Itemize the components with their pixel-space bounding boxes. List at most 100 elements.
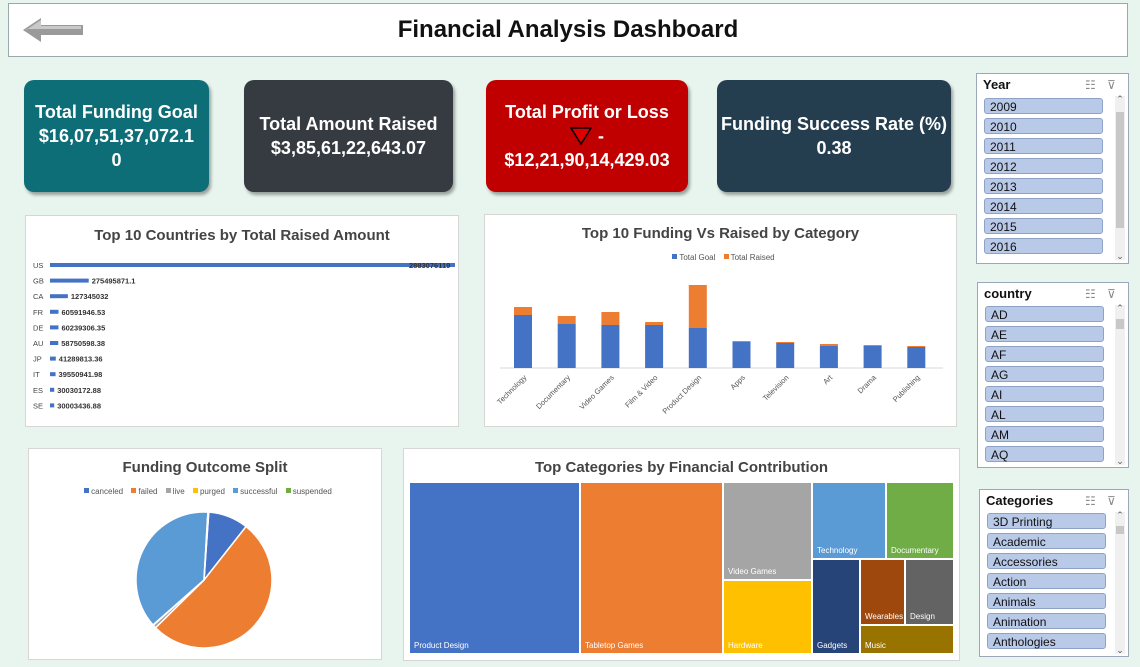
tick-label: Video Games [577, 373, 616, 412]
slicer-header: country [984, 286, 1032, 301]
kpi-label: Funding Success Rate (%) [720, 114, 948, 134]
slicer-item[interactable]: AL [985, 406, 1104, 422]
multi-select-icon[interactable]: ☷ [1085, 78, 1096, 92]
slicer-item[interactable]: 3D Printing [987, 513, 1106, 529]
bar-total-raised [863, 345, 882, 346]
tick-label: ES [33, 386, 43, 395]
bar [50, 372, 56, 377]
slicer-scrollbar[interactable]: ⌃ ⌄ [1115, 94, 1125, 262]
bar-total-goal [732, 342, 751, 368]
kpi-label: Total Funding Goal [35, 102, 198, 122]
slicer-item[interactable]: AM [985, 426, 1104, 442]
slicer-item[interactable]: AD [985, 306, 1104, 322]
scroll-down-icon[interactable]: ⌄ [1115, 645, 1125, 656]
slicer-item[interactable]: 2012 [984, 158, 1103, 174]
treemap-tile: Technology [812, 482, 886, 559]
slicer-item[interactable]: AG [985, 366, 1104, 382]
slicer-item[interactable]: Animation [987, 613, 1106, 629]
bar [50, 341, 59, 345]
kpi-sign: - [598, 126, 604, 146]
scroll-thumb[interactable] [1116, 112, 1124, 228]
treemap-tile: Design [905, 559, 954, 625]
countries-chart: Top 10 Countries by Total Raised Amount … [25, 215, 459, 427]
bar-total-goal [645, 325, 664, 368]
slicer-item[interactable]: 2011 [984, 138, 1103, 154]
slicer-item[interactable]: 2010 [984, 118, 1103, 134]
slicer-item[interactable]: Anthologies [987, 633, 1106, 649]
scroll-up-icon[interactable]: ⌃ [1115, 94, 1125, 105]
kpi-value: 0.38 [816, 138, 852, 158]
scroll-thumb[interactable] [1116, 526, 1124, 534]
clear-filter-icon[interactable]: ⊽ [1107, 494, 1116, 508]
scroll-up-icon[interactable]: ⌃ [1115, 510, 1125, 521]
scroll-up-icon[interactable]: ⌃ [1115, 303, 1125, 314]
slicer-item[interactable]: AI [985, 386, 1104, 402]
tick-label: AU [33, 339, 43, 348]
slicer-item[interactable]: AQ [985, 446, 1104, 462]
tick-label: DE [33, 323, 43, 332]
treemap-label: Design [910, 612, 935, 621]
tick-label: US [33, 261, 43, 270]
slicer-header: Categories [986, 493, 1054, 508]
scroll-thumb[interactable] [1116, 319, 1124, 329]
tick-label: FR [33, 308, 44, 317]
page-title: Financial Analysis Dashboard [397, 16, 739, 43]
slicer-item[interactable]: 2016 [984, 238, 1103, 254]
slicer-scrollbar[interactable]: ⌃ ⌄ [1115, 510, 1125, 656]
scroll-down-icon[interactable]: ⌄ [1115, 251, 1125, 262]
slicer-item[interactable]: Action [987, 573, 1106, 589]
category-treemap: Top Categories by Financial Contribution… [403, 448, 960, 661]
slicer-item[interactable]: Animals [987, 593, 1106, 609]
treemap-label: Technology [817, 546, 858, 555]
funding-vs-raised-chart: Top 10 Funding Vs Raised by Category Tot… [484, 214, 957, 427]
multi-select-icon[interactable]: ☷ [1085, 494, 1096, 508]
slicer-item[interactable]: 2014 [984, 198, 1103, 214]
tick-label: Apps [728, 373, 747, 392]
country-slicer[interactable]: country ☷ ⊽ AD AE AF AG AI AL AM AQ ⌃ ⌄ [977, 282, 1129, 468]
slicer-item[interactable]: 2009 [984, 98, 1103, 114]
categories-slicer[interactable]: Categories ☷ ⊽ 3D Printing Academic Access… [979, 489, 1129, 657]
slicer-item[interactable]: 2015 [984, 218, 1103, 234]
slicer-item[interactable]: 2013 [984, 178, 1103, 194]
data-label: 30030172.88 [57, 386, 101, 395]
slicer-scrollbar[interactable]: ⌃ ⌄ [1115, 303, 1125, 467]
clear-filter-icon[interactable]: ⊽ [1107, 287, 1116, 301]
kpi-value: $16,07,51,37,072.1 [38, 126, 195, 146]
treemap-label: Documentary [891, 546, 939, 555]
tick-label: CA [33, 292, 43, 301]
scroll-down-icon[interactable]: ⌄ [1115, 456, 1125, 467]
tick-label: Television [761, 373, 791, 403]
year-slicer[interactable]: Year ☷ ⊽ 2009 2010 2011 2012 2013 2014 2015 201… [976, 73, 1129, 264]
bar-total-raised [907, 346, 926, 347]
bar [50, 263, 455, 267]
bar-total-goal [514, 315, 532, 368]
tick-label: Film & Video [623, 373, 659, 409]
bar-total-goal [776, 343, 795, 368]
treemap-tile: Video Games [723, 482, 812, 580]
chart-title: Top Categories by Financial Contribution [534, 459, 829, 476]
bar [50, 294, 68, 299]
clear-filter-icon[interactable]: ⊽ [1107, 78, 1116, 92]
kpi-label: Total Amount Raised [259, 114, 438, 134]
treemap-label: Gadgets [817, 641, 848, 650]
tick-label: GB [33, 277, 44, 286]
bar-total-goal [601, 325, 620, 368]
bar-total-goal [819, 346, 838, 368]
slicer-item[interactable]: Academic [987, 533, 1106, 549]
slicer-item[interactable]: Accessories [987, 553, 1106, 569]
tick-label: IT [33, 370, 40, 379]
multi-select-icon[interactable]: ☷ [1085, 287, 1096, 301]
bar-total-raised [819, 344, 838, 346]
kpi-total-profit-or-loss: Total Profit or Loss - $12,21,90,14,429.… [486, 80, 688, 192]
slicer-item[interactable]: AE [985, 326, 1104, 342]
kpi-total-funding-goal: Total Funding Goal $16,07,51,37,072.1 0 [24, 80, 209, 192]
data-label: 2883076119 [409, 261, 450, 270]
treemap-label: Wearables [865, 612, 904, 621]
data-label: 30003436.88 [57, 401, 101, 410]
kpi-value-continued: 0 [111, 150, 122, 170]
slicer-header: Year [983, 77, 1011, 92]
tick-label: Documentary [534, 373, 572, 411]
slicer-item[interactable]: AF [985, 346, 1104, 362]
kpi-label: Total Profit or Loss [505, 102, 669, 122]
treemap-label: Music [865, 641, 886, 650]
